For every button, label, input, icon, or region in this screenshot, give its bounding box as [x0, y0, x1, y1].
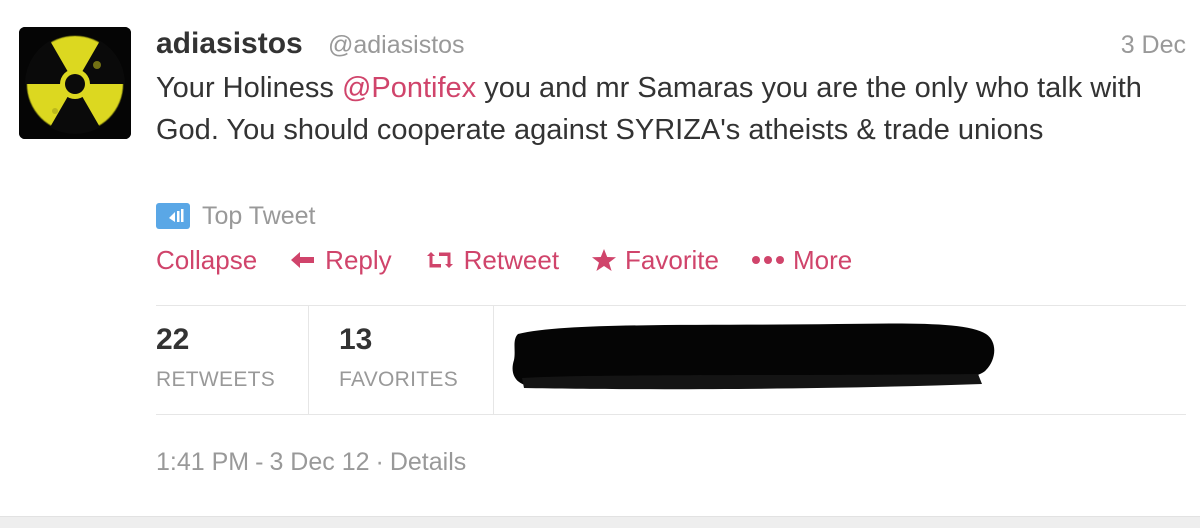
tweet-time[interactable]: 1:41 PM	[156, 448, 249, 476]
stats-divider-bottom	[156, 414, 1186, 415]
favorite-label: Favorite	[625, 244, 719, 275]
reply-button[interactable]: Reply	[289, 244, 392, 276]
retweets-label: RETWEETS	[156, 368, 276, 391]
tweet-header: adiasistos @adiasistos 3 Dec	[156, 24, 1186, 64]
tweet-timestamp[interactable]: 3 Dec	[1121, 27, 1186, 63]
avatar[interactable]	[19, 27, 131, 139]
redacted-avatars-block	[512, 323, 995, 390]
tweet-actions: Collapse Reply Retweet Favorite More	[156, 240, 884, 280]
bottom-strip	[0, 516, 1200, 528]
radiation-symbol-icon	[19, 27, 131, 139]
retweets-count: 22	[156, 323, 190, 356]
reply-arrow-icon	[289, 249, 317, 271]
more-button[interactable]: More	[751, 245, 852, 276]
favorites-label: FAVORITES	[339, 368, 458, 391]
top-tweet-badge-icon	[156, 203, 190, 229]
tweet-date[interactable]: 3 Dec 12	[269, 448, 369, 476]
retweet-button[interactable]: Retweet	[424, 245, 559, 276]
tweet-text-before: Your Holiness	[156, 72, 342, 104]
author-username[interactable]: @adiasistos	[328, 27, 465, 63]
top-tweet-label: Top Tweet	[202, 201, 316, 230]
reply-label: Reply	[325, 244, 392, 275]
details-link[interactable]: Details	[390, 448, 466, 476]
tweet-card: adiasistos @adiasistos 3 Dec Your Holine…	[0, 0, 1200, 520]
tweet-meta: 1:41 PM -3 Dec 12 · Details	[156, 448, 466, 477]
star-icon	[591, 248, 617, 272]
retweet-label: Retweet	[463, 244, 560, 275]
author-fullname[interactable]: adiasistos	[156, 24, 303, 64]
retweets-stat[interactable]: 22 RETWEETS	[156, 306, 309, 414]
favorites-stat[interactable]: 13 FAVORITES	[309, 306, 494, 414]
more-label: More	[792, 244, 853, 275]
mention-link[interactable]: @Pontifex	[342, 72, 476, 104]
favorites-count: 13	[339, 323, 373, 356]
meta-separator-dot: ·	[375, 448, 384, 476]
meta-separator: -	[255, 448, 264, 476]
collapse-label: Collapse	[156, 244, 258, 275]
dots-icon	[751, 255, 785, 265]
retweet-arrows-icon	[424, 249, 456, 271]
tweet-text: Your Holiness @Pontifex you and mr Samar…	[156, 67, 1186, 151]
favorite-button[interactable]: Favorite	[591, 245, 719, 276]
top-tweet-indicator: Top Tweet	[156, 198, 316, 234]
collapse-link[interactable]: Collapse	[156, 245, 257, 276]
